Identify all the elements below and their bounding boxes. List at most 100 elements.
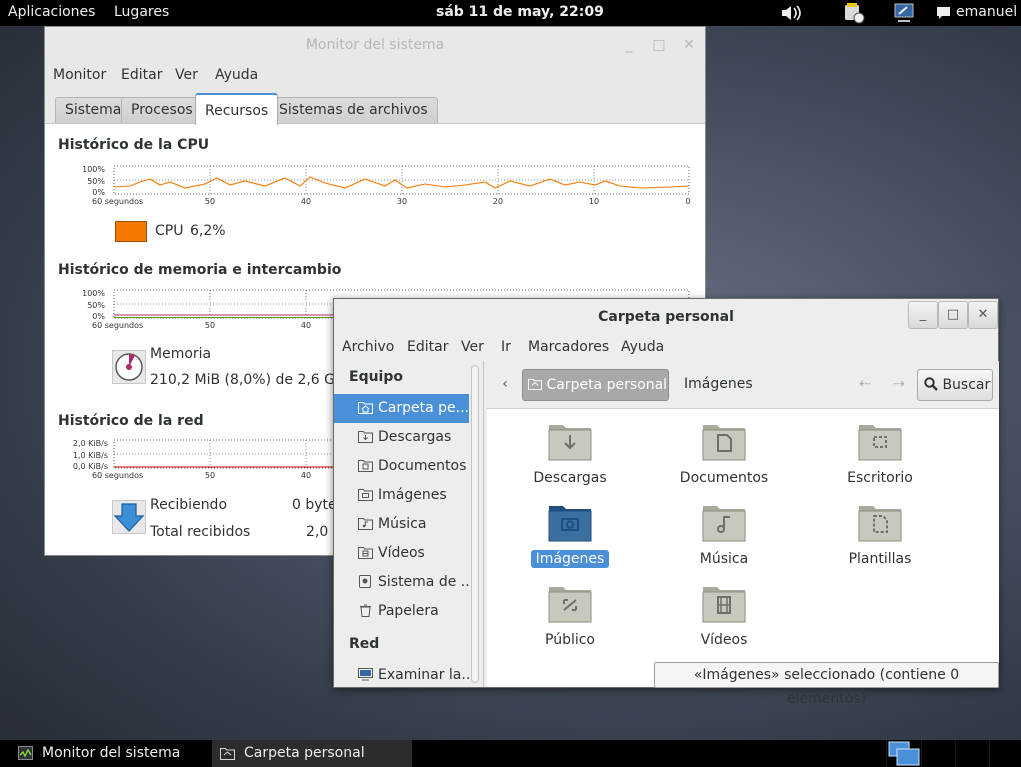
sidebar-heading-computer: Equipo <box>349 369 403 385</box>
sidebar-item-label: Imágenes <box>378 487 447 503</box>
folder-public[interactable]: Público <box>510 581 630 649</box>
tab-system[interactable]: Sistema <box>55 97 132 123</box>
minimize-icon[interactable]: _ <box>908 301 938 329</box>
task-system-monitor[interactable]: Monitor del sistema <box>0 740 210 767</box>
menu-help[interactable]: Ayuda <box>215 67 258 83</box>
sidebar-item-trash[interactable]: Papelera <box>334 597 469 626</box>
sidebar-item-filesystem[interactable]: Sistema de ... <box>334 568 469 597</box>
receive-arrow-icon[interactable] <box>112 500 146 534</box>
memory-legend-label: Memoria <box>150 346 212 362</box>
close-icon[interactable]: ✕ <box>968 301 998 329</box>
minimize-icon[interactable]: _ <box>615 33 643 59</box>
tab-processes[interactable]: Procesos <box>121 97 203 123</box>
sidebar-item-music[interactable]: Música <box>334 510 469 539</box>
sidebar-item-downloads[interactable]: Descargas <box>334 423 469 452</box>
folder-templates[interactable]: Plantillas <box>820 500 940 568</box>
menu-view[interactable]: Ver <box>175 67 198 83</box>
sidebar-item-home[interactable]: Carpeta pe... <box>334 394 469 423</box>
folder-label: Vídeos <box>700 632 748 648</box>
folder-music[interactable]: Música <box>664 500 784 568</box>
menu-edit[interactable]: Editar <box>121 67 162 83</box>
folder-downloads[interactable]: Descargas <box>510 419 630 487</box>
tab-filesystems[interactable]: Sistemas de archivos <box>269 97 438 123</box>
menu-bookmarks[interactable]: Marcadores <box>528 339 609 355</box>
path-button-home[interactable]: Carpeta personal <box>522 369 669 401</box>
path-button-pictures[interactable]: Imágenes <box>684 369 753 401</box>
cpu-xtick-20: 20 <box>493 197 503 206</box>
places-sidebar: Equipo Carpeta pe... Descargas Documento… <box>334 361 484 687</box>
cpu-legend-label: CPU <box>155 223 184 239</box>
task-home-folder[interactable]: Carpeta personal <box>212 740 412 767</box>
notification-icon[interactable] <box>843 2 867 24</box>
cpu-history-title: Histórico de la CPU <box>58 137 210 153</box>
menu-help[interactable]: Ayuda <box>621 339 664 355</box>
sidebar-scrollbar[interactable] <box>471 365 479 683</box>
tab-resources[interactable]: Recursos <box>195 93 279 125</box>
folder-label: Documentos <box>679 470 769 486</box>
music-folder-icon <box>358 518 373 530</box>
forward-icon[interactable]: ⇢ <box>885 369 913 401</box>
memory-pie-icon[interactable] <box>112 350 146 384</box>
workspace-windows-icon <box>888 741 920 766</box>
cpu-xtick-30: 30 <box>397 197 407 206</box>
templates-folder-icon <box>858 506 902 542</box>
menu-file[interactable]: Archivo <box>342 339 394 355</box>
sidebar-item-label: Descargas <box>378 429 452 445</box>
close-icon[interactable]: ✕ <box>675 33 703 59</box>
task-label: Carpeta personal <box>244 745 365 761</box>
home-folder-icon <box>528 378 542 390</box>
chat-icon[interactable] <box>936 6 952 20</box>
total-received-label: Total recibidos <box>150 524 251 540</box>
path-back-chevron-icon[interactable]: ‹ <box>495 369 515 401</box>
back-icon[interactable]: ⇠ <box>851 369 879 401</box>
videos-folder-icon <box>702 587 746 623</box>
workspace-3[interactable] <box>955 740 989 767</box>
sidebar-item-label: Examinar la... <box>378 667 469 683</box>
folder-label: Imágenes <box>530 550 610 568</box>
workspace-1[interactable] <box>886 740 920 767</box>
folder-view: Descargas Documentos Escritorio Imágenes <box>487 409 999 687</box>
cpu-xtick-0: 0 <box>685 197 690 206</box>
user-menu[interactable]: emanuel <box>956 4 1017 20</box>
window-title: Carpeta personal <box>598 309 734 325</box>
drive-icon <box>359 575 371 588</box>
folder-pictures[interactable]: Imágenes <box>510 500 630 568</box>
music-folder-icon <box>702 506 746 542</box>
workspace-2[interactable] <box>921 740 955 767</box>
network-history-title: Histórico de la red <box>58 413 204 429</box>
home-folder-icon <box>358 402 373 414</box>
applications-menu[interactable]: Aplicaciones <box>8 4 95 20</box>
cpu-color-swatch[interactable] <box>115 221 147 242</box>
pictures-folder-icon <box>548 506 592 542</box>
maximize-icon[interactable]: □ <box>938 301 968 329</box>
folder-videos[interactable]: Vídeos <box>664 581 784 649</box>
menu-monitor[interactable]: Monitor <box>53 67 106 83</box>
sidebar-item-label: Papelera <box>378 603 439 619</box>
cpu-legend-value: 6,2% <box>190 223 226 239</box>
home-folder-icon <box>220 748 235 760</box>
places-menu[interactable]: Lugares <box>114 4 169 20</box>
memory-xtick-50: 50 <box>205 321 215 330</box>
accessibility-icon[interactable] <box>892 2 916 24</box>
clock[interactable]: sáb 11 de may, 22:09 <box>436 4 604 20</box>
sidebar-item-label: Documentos <box>378 458 467 474</box>
cpu-ytick-50: 50% <box>87 177 105 186</box>
folder-documents[interactable]: Documentos <box>664 419 784 487</box>
menu-edit[interactable]: Editar <box>407 339 448 355</box>
selection-status: «Imágenes» seleccionado (contiene 0 elem… <box>654 662 999 707</box>
sidebar-item-documents[interactable]: Documentos <box>334 452 469 481</box>
search-button[interactable]: Buscar <box>917 369 993 401</box>
sidebar-item-browse-network[interactable]: Examinar la... <box>334 661 469 687</box>
menu-bar: Monitor Editar Ver Ayuda <box>45 63 705 89</box>
workspace-4[interactable] <box>989 740 1021 767</box>
sidebar-item-pictures[interactable]: Imágenes <box>334 481 469 510</box>
sidebar-item-videos[interactable]: Vídeos <box>334 539 469 568</box>
volume-icon[interactable] <box>780 3 804 23</box>
cpu-ytick-0: 0% <box>92 188 105 197</box>
downloads-folder-icon <box>358 431 373 443</box>
menu-go[interactable]: Ir <box>501 339 511 355</box>
menu-view[interactable]: Ver <box>461 339 484 355</box>
folder-desktop[interactable]: Escritorio <box>820 419 940 487</box>
network-ytick-1: 1,0 KiB/s <box>73 451 108 460</box>
maximize-icon[interactable]: □ <box>645 33 673 59</box>
